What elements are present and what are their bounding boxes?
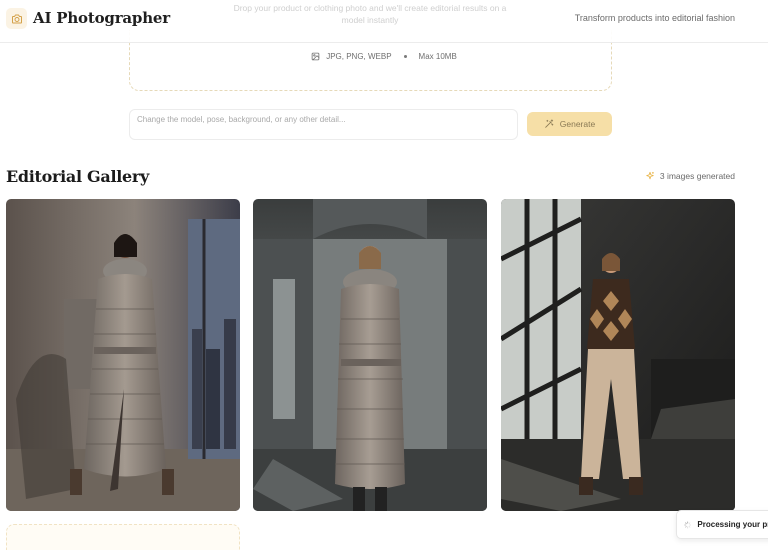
gallery-image[interactable] bbox=[253, 199, 487, 511]
gallery-image[interactable] bbox=[6, 199, 240, 511]
app-page: Drop your product or clothing photo and … bbox=[0, 0, 768, 550]
logo[interactable] bbox=[6, 8, 27, 29]
spinner-icon bbox=[684, 521, 692, 528]
photo-model-argyle-sweater bbox=[501, 199, 735, 511]
prompt-input[interactable] bbox=[129, 109, 518, 140]
image-icon bbox=[311, 52, 320, 61]
camera-icon bbox=[11, 14, 22, 23]
processing-toast: Processing your produ bbox=[676, 510, 768, 539]
app-title: AI Photographer bbox=[33, 9, 170, 27]
generating-placeholder-card bbox=[6, 524, 240, 550]
photo-model-puffer-hall bbox=[253, 199, 487, 511]
generate-label: Generate bbox=[559, 119, 596, 129]
separator-dot bbox=[403, 55, 407, 58]
photo-model-puffer-window bbox=[6, 199, 240, 511]
upload-hint-text: Drop your product or clothing photo and … bbox=[233, 3, 507, 25]
sparkles-icon bbox=[646, 171, 654, 180]
toast-text: Processing your produ bbox=[697, 520, 768, 529]
upload-file-info: JPG, PNG, WEBP Max 10MB bbox=[0, 52, 768, 61]
magic-wand-icon bbox=[545, 119, 554, 128]
gallery-image[interactable] bbox=[501, 199, 735, 511]
max-file-size: Max 10MB bbox=[418, 52, 457, 61]
gallery-count-text: 3 images generated bbox=[659, 171, 735, 181]
gallery-title: Editorial Gallery bbox=[6, 167, 150, 186]
generate-button[interactable]: Generate bbox=[527, 112, 612, 136]
supported-formats: JPG, PNG, WEBP bbox=[326, 52, 392, 61]
header-tagline: Transform products into editorial fashio… bbox=[574, 13, 735, 23]
gallery-count: 3 images generated bbox=[645, 171, 735, 181]
